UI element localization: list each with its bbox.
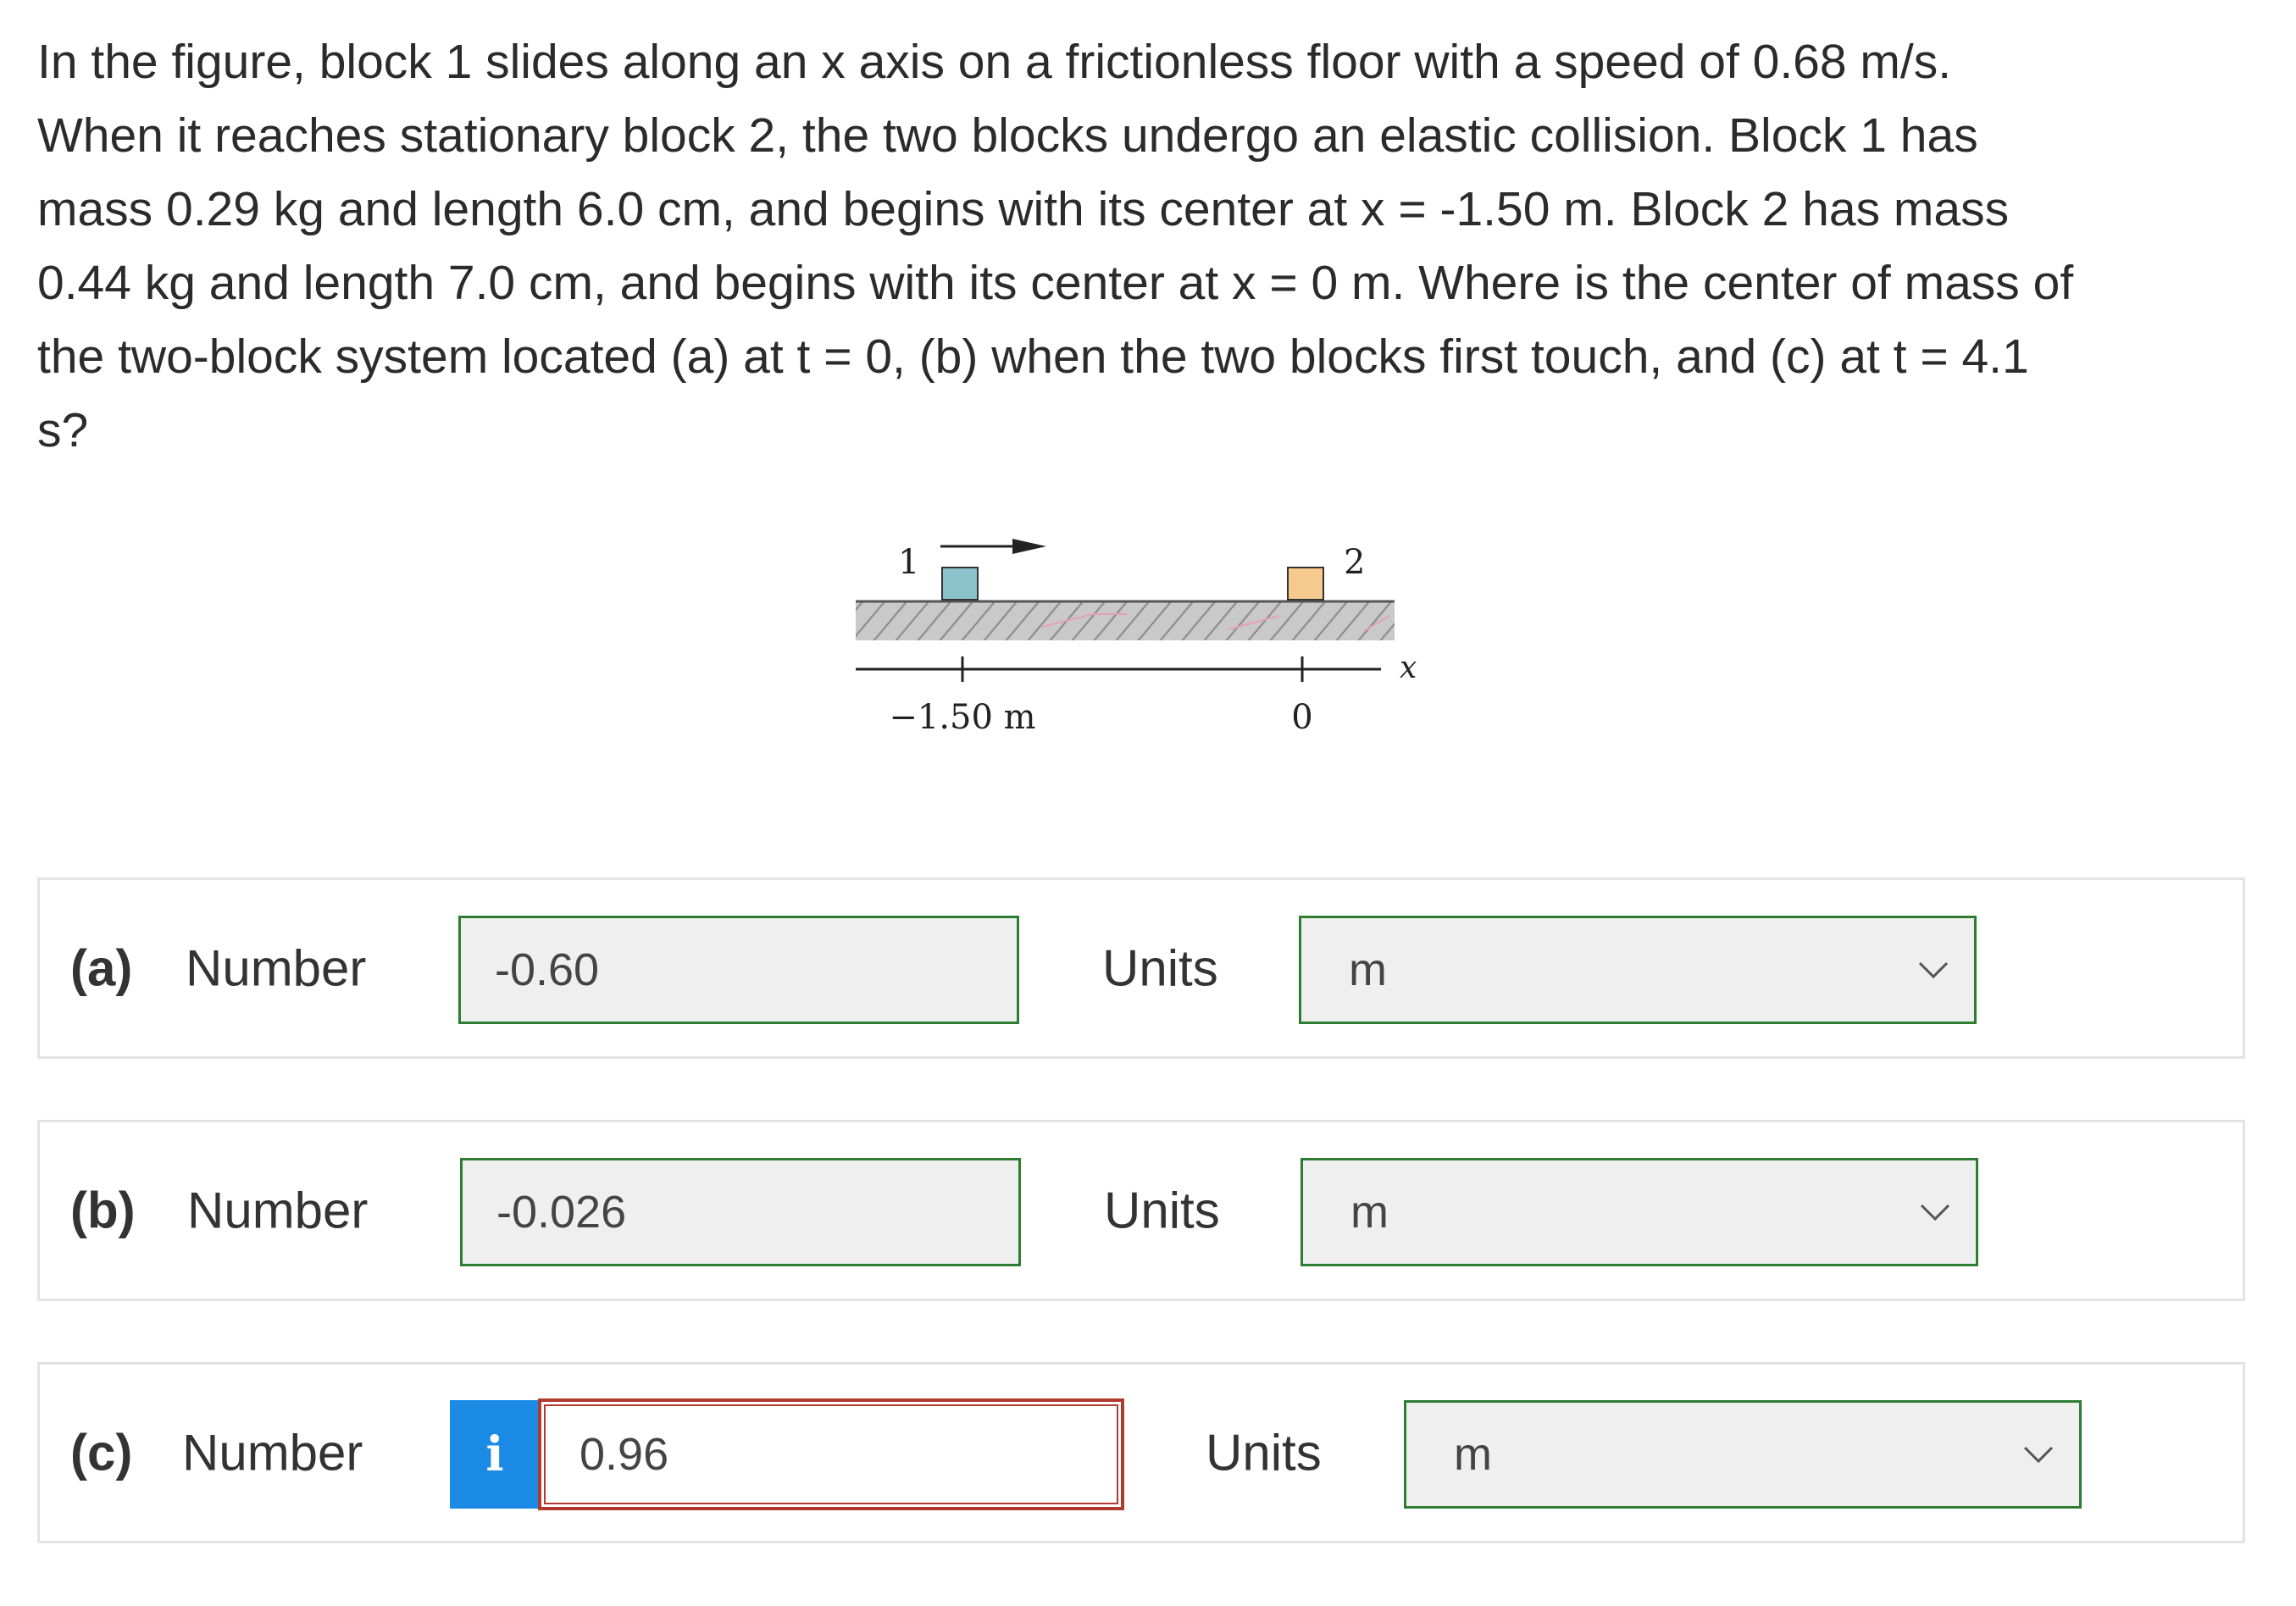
answer-c-input[interactable]: 0.96 xyxy=(538,1398,1124,1510)
chevron-down-icon xyxy=(2023,1446,2054,1464)
chevron-down-icon xyxy=(1918,961,1949,979)
question-text: In the figure, block 1 slides along an x… xyxy=(37,25,2257,468)
part-label: (c) xyxy=(70,1424,133,1481)
question-line: When it reaches stationary block 2, the … xyxy=(37,108,1978,163)
units-label: Units xyxy=(1102,939,1218,997)
tick-label-right: 0 xyxy=(1291,698,1312,737)
block-1 xyxy=(941,567,979,601)
number-label: Number xyxy=(182,1424,363,1481)
info-icon[interactable]: i xyxy=(450,1400,540,1509)
answer-row-c: (c) Number i 0.96 Units m xyxy=(37,1362,2245,1543)
answer-row-b: (b) Number -0.026 Units m xyxy=(37,1120,2245,1301)
tick-label-left: −1.50 m xyxy=(889,698,1035,737)
number-label: Number xyxy=(186,939,367,997)
question-line: In the figure, block 1 slides along an x… xyxy=(37,35,1952,89)
chevron-down-icon xyxy=(1920,1204,1950,1221)
axis-label: x xyxy=(1400,651,1417,685)
question-line: s? xyxy=(37,403,89,457)
part-label: (a) xyxy=(70,939,133,997)
figure-drawing: 1 2 x −1.50 m 0 xyxy=(856,539,1417,737)
answer-a-input[interactable]: -0.60 xyxy=(458,916,1019,1024)
answer-b-input[interactable]: -0.026 xyxy=(460,1158,1021,1266)
answer-row-a: (a) Number -0.60 Units m xyxy=(37,878,2245,1059)
answer-b-units-select[interactable]: m xyxy=(1301,1158,1978,1266)
block-1-label: 1 xyxy=(898,543,919,582)
question-line: the two-block system located (a) at t = … xyxy=(37,330,2029,384)
arrow-head xyxy=(1012,539,1046,554)
part-label: (b) xyxy=(70,1182,136,1239)
units-label: Units xyxy=(1206,1424,1322,1481)
answer-a-units-select[interactable]: m xyxy=(1299,916,1977,1024)
selected-unit: m xyxy=(1454,1429,1492,1480)
number-label: Number xyxy=(187,1182,369,1239)
question-line: 0.44 kg and length 7.0 cm, and begins wi… xyxy=(37,256,2074,310)
problem-figure: 1 2 x −1.50 m 0 xyxy=(839,521,1449,758)
block-2-label: 2 xyxy=(1344,543,1365,582)
selected-unit: m xyxy=(1350,1187,1389,1238)
units-label: Units xyxy=(1104,1182,1220,1239)
floor xyxy=(856,601,1395,640)
question-line: mass 0.29 kg and length 6.0 cm, and begi… xyxy=(37,182,2010,236)
selected-unit: m xyxy=(1349,944,1387,995)
answer-c-units-select[interactable]: m xyxy=(1404,1400,2082,1509)
block-2 xyxy=(1287,567,1324,601)
